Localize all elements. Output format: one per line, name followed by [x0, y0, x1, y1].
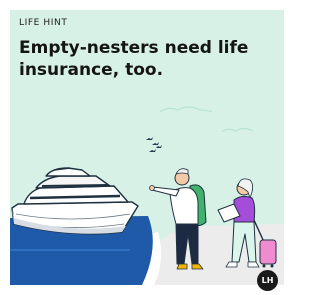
clouds	[159, 106, 254, 133]
travel-illustration	[10, 106, 284, 285]
cruise-ship-icon	[11, 167, 139, 235]
life-hint-card: LIFE HINT Empty-nesters need life insura…	[0, 0, 294, 295]
flying-birds-icon	[146, 137, 162, 152]
card-panel: LIFE HINT Empty-nesters need life insura…	[10, 10, 284, 285]
brand-badge: LH	[257, 270, 278, 291]
